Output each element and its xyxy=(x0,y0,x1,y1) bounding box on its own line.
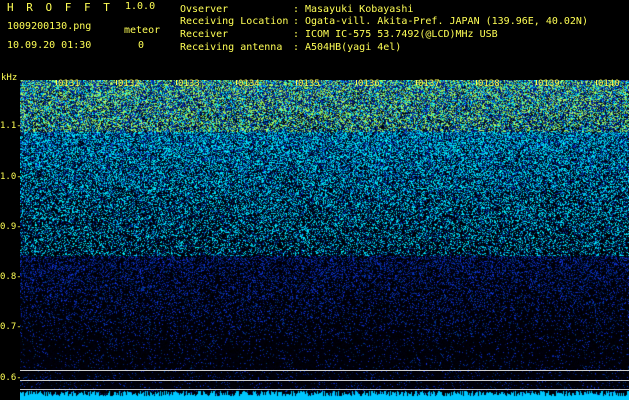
y-tick-1-1: 1.1- xyxy=(0,121,22,131)
y-tick-0-9: 0.9- xyxy=(0,222,22,232)
time-label-0136: 0136 xyxy=(358,79,380,89)
time-tick-0139 xyxy=(536,80,537,85)
time-tick-0135 xyxy=(296,80,297,85)
location-value: Ogata-vill. Akita-Pref. JAPAN (139.96E, … xyxy=(305,16,588,27)
marker-line-upper xyxy=(20,370,629,371)
meteor-count: 0 xyxy=(138,40,145,51)
spectrogram-canvas xyxy=(20,80,629,400)
y-tick-0-7: 0.7- xyxy=(0,322,22,332)
receiver-value: ICOM IC-575 53.7492(@LCD)MHz USB xyxy=(305,29,498,40)
antenna-value: A504HB(yagi 4el) xyxy=(305,42,402,53)
antenna-label: Receiving antenna xyxy=(180,42,283,53)
y-tick-0-6: 0.6- xyxy=(0,373,22,383)
app-version: 1.0.0 xyxy=(125,1,156,12)
observation-datetime: 10.09.20 01:30 xyxy=(7,40,92,51)
time-label-0138: 0138 xyxy=(478,79,500,89)
time-label-0134: 0134 xyxy=(238,79,260,89)
app-title: H R O F F T xyxy=(7,1,113,14)
observer-colon: : xyxy=(293,4,300,15)
spectrogram-plot xyxy=(20,80,629,400)
meteor-label: meteor xyxy=(124,25,161,36)
time-label-0132: 0132 xyxy=(118,79,140,89)
time-label-0137: 0137 xyxy=(418,79,440,89)
time-label-0133: 0133 xyxy=(178,79,200,89)
file-name: 1009200130.png xyxy=(7,21,92,32)
y-tick-0-8: 0.8- xyxy=(0,272,22,282)
time-tick-0136 xyxy=(356,80,357,85)
observer-label: Ovserver xyxy=(180,4,229,15)
time-tick-0132 xyxy=(116,80,117,85)
time-tick-0140 xyxy=(596,80,597,85)
time-label-0140: 0140 xyxy=(598,79,620,89)
time-label-0135: 0135 xyxy=(298,79,320,89)
location-label: Receiving Location xyxy=(180,16,289,27)
time-label-0131: 0131 xyxy=(58,79,80,89)
marker-line-middle xyxy=(20,380,629,381)
location-colon: : xyxy=(293,16,300,27)
marker-line-lower xyxy=(20,389,629,390)
frequency-axis: 1.1- 1.0- 0.9- 0.8- 0.7- 0.6- xyxy=(0,80,22,400)
receiver-colon: : xyxy=(293,29,300,40)
antenna-colon: : xyxy=(293,42,300,53)
receiver-label: Receiver xyxy=(180,29,229,40)
observer-value: Masayuki Kobayashi xyxy=(305,4,414,15)
y-tick-1-0: 1.0- xyxy=(0,172,22,182)
time-tick-0138 xyxy=(476,80,477,85)
time-tick-0137 xyxy=(416,80,417,85)
time-tick-0133 xyxy=(176,80,177,85)
time-tick-0134 xyxy=(236,80,237,85)
time-tick-0131 xyxy=(56,80,57,85)
time-label-0139: 0139 xyxy=(538,79,560,89)
